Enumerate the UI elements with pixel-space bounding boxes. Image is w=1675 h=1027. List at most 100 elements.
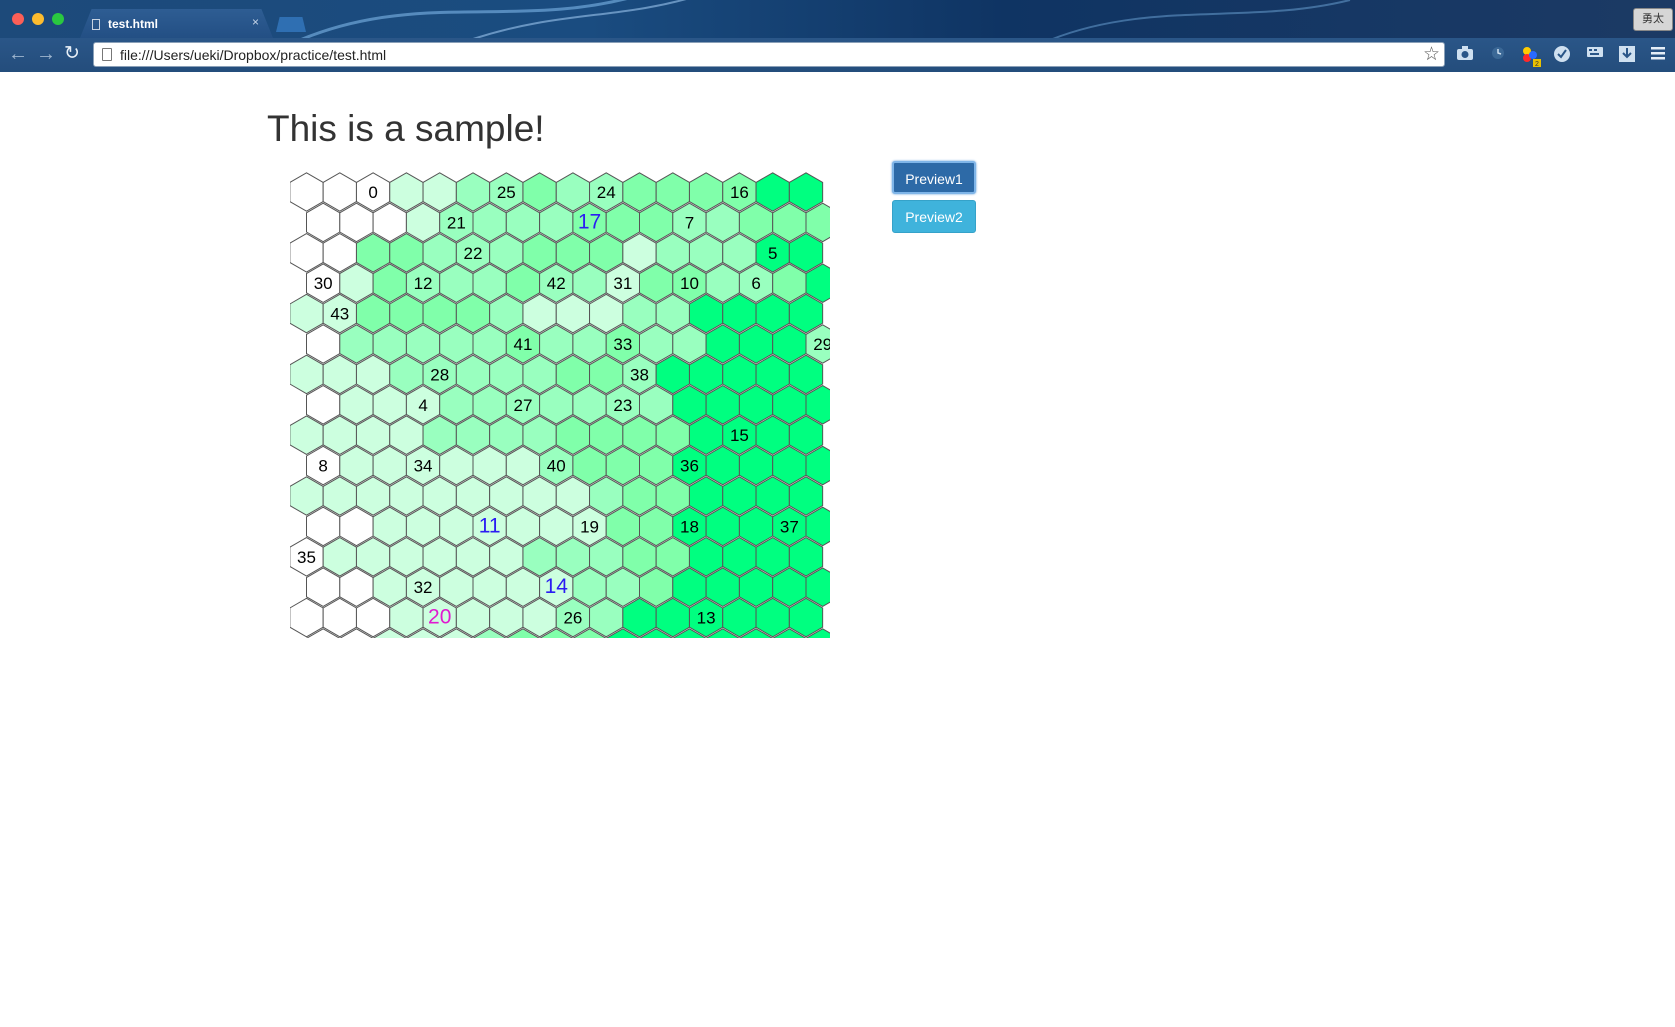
hex-label: 26 — [563, 609, 582, 628]
hex-cell — [355, 415, 391, 456]
hex-cell — [339, 506, 374, 547]
hex-cell — [788, 293, 824, 334]
hex-cell — [688, 415, 724, 456]
hex-label: 35 — [297, 548, 316, 567]
hex-cell — [688, 172, 724, 212]
hex-cell — [655, 354, 690, 395]
hex-cell — [290, 415, 324, 456]
tab-close-icon[interactable]: × — [252, 15, 259, 29]
hex-cell — [539, 324, 574, 364]
hex-label: 36 — [680, 457, 699, 476]
hex-label: 22 — [464, 244, 483, 263]
hex-label: 34 — [414, 457, 433, 476]
hex-cell — [389, 293, 424, 334]
hex-cell — [622, 415, 657, 456]
minimize-window-button[interactable] — [32, 13, 44, 25]
new-tab-button[interactable] — [276, 17, 306, 32]
colors-icon[interactable]: 2 — [1520, 45, 1541, 68]
download-icon[interactable] — [1617, 45, 1637, 65]
tab-page-icon — [92, 18, 100, 30]
bookmark-star-icon[interactable]: ☆ — [1423, 43, 1440, 66]
hex-cell — [290, 476, 324, 516]
hex-label: 7 — [685, 213, 694, 232]
hex-cell — [389, 476, 424, 516]
hex-label: 20 — [428, 606, 451, 629]
close-window-button[interactable] — [12, 13, 24, 25]
hex-label: 19 — [580, 517, 599, 536]
hex-cell — [655, 415, 690, 456]
hex-cell — [522, 354, 557, 395]
preview2-button[interactable]: Preview2 — [892, 200, 976, 233]
hex-cell — [455, 172, 491, 212]
hex-label: 23 — [613, 396, 632, 415]
hex-cell — [655, 597, 690, 638]
check-icon[interactable] — [1552, 45, 1572, 65]
hex-cell — [405, 324, 441, 364]
hex-label: 12 — [414, 274, 433, 293]
forward-icon[interactable]: → — [36, 44, 56, 64]
maximize-window-button[interactable] — [52, 13, 64, 25]
hex-cell — [605, 445, 640, 486]
reload-icon[interactable]: ↻ — [64, 44, 80, 64]
hex-cell — [788, 597, 824, 638]
hex-cell — [389, 536, 424, 577]
hex-cell — [622, 597, 657, 638]
hex-cell — [489, 597, 524, 638]
hex-cell — [772, 445, 807, 486]
hex-cell — [539, 384, 574, 425]
hex-label: 31 — [613, 274, 632, 293]
hex-cell — [505, 202, 541, 243]
hex-cell — [290, 354, 324, 395]
hex-cell — [455, 476, 491, 516]
hex-cell — [389, 597, 424, 638]
hex-cell — [339, 263, 374, 304]
hex-label: 40 — [547, 457, 566, 476]
preview1-button[interactable]: Preview1 — [892, 161, 976, 194]
hex-cell — [555, 536, 591, 577]
camera-icon[interactable] — [1455, 45, 1475, 65]
hex-cell — [589, 536, 624, 577]
hex-cell — [489, 415, 524, 456]
hex-cell — [705, 567, 740, 608]
hex-cell — [755, 415, 790, 456]
hex-cell — [439, 445, 474, 486]
hex-label: 14 — [545, 575, 569, 598]
hex-cell — [339, 445, 374, 486]
menu-icon[interactable] — [1648, 45, 1668, 65]
hex-cell — [788, 354, 824, 395]
hex-cell — [372, 263, 407, 304]
hex-cell — [555, 293, 591, 334]
address-bar[interactable]: file:///Users/ueki/Dropbox/practice/test… — [93, 42, 1445, 67]
hex-cell — [605, 506, 640, 547]
hex-cell — [505, 506, 541, 547]
hex-cell — [655, 476, 690, 516]
hex-label: 37 — [780, 517, 799, 536]
hex-label: 27 — [513, 396, 532, 415]
hex-cell — [788, 476, 824, 516]
hex-cell — [738, 324, 774, 364]
hex-cell — [555, 172, 591, 212]
hex-cell — [372, 324, 407, 364]
hex-cell — [639, 202, 674, 243]
hex-cell — [772, 263, 807, 304]
hex-cell — [672, 324, 707, 364]
hex-cell — [472, 324, 507, 364]
hex-cell — [605, 567, 640, 608]
clock-icon[interactable] — [1488, 45, 1508, 65]
url-text: file:///Users/ueki/Dropbox/practice/test… — [120, 47, 387, 63]
profile-button[interactable]: 勇太 — [1633, 8, 1673, 31]
keyboard-icon[interactable] — [1585, 45, 1605, 65]
hex-cell — [322, 476, 357, 516]
hex-cell — [389, 172, 424, 212]
hex-cell — [705, 506, 740, 547]
hex-cell — [655, 172, 690, 212]
hex-cell — [572, 384, 607, 425]
hex-cell — [389, 415, 424, 456]
hex-label: 43 — [330, 305, 349, 324]
hex-cell — [489, 476, 524, 516]
hex-cell — [755, 536, 790, 577]
hex-cell — [372, 445, 407, 486]
hex-cell — [290, 232, 324, 273]
back-icon[interactable]: ← — [8, 44, 28, 64]
hex-cell — [738, 567, 774, 608]
